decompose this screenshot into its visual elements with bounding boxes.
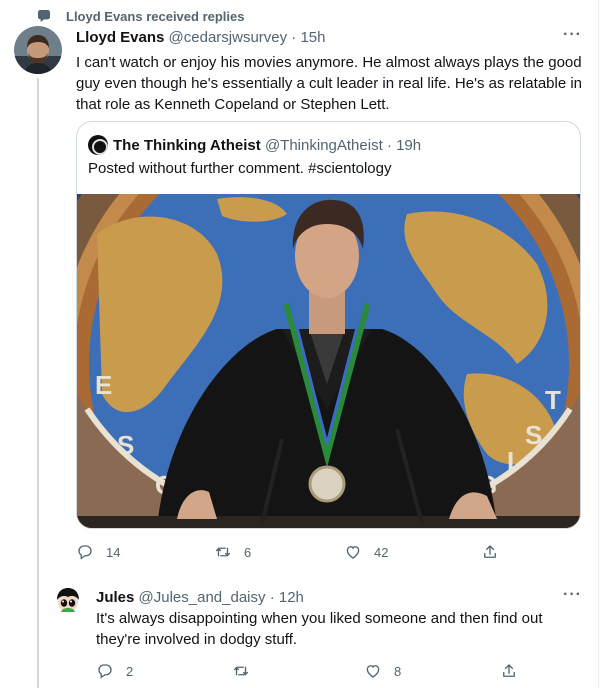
like-count: 8 [394,663,402,679]
reply-context-icon [38,10,50,22]
quoted-author-handle: @ThinkingAtheist [264,136,383,154]
retweet-icon [233,665,249,677]
svg-text:S: S [525,420,542,450]
svg-text:S: S [117,430,134,460]
more-icon[interactable]: ··· [563,26,582,44]
quoted-tweet[interactable]: The Thinking Atheist @ThinkingAtheist · … [76,121,581,529]
author-handle[interactable]: @cedarsjwsurvey [169,29,288,46]
svg-text:I: I [507,446,514,476]
retweet-count: 6 [244,544,252,560]
social-context-text: Lloyd Evans received replies [66,8,245,24]
like-button[interactable]: 42 [344,543,388,561]
thread-line [37,78,39,688]
share-button[interactable] [500,662,518,680]
retweet-button[interactable] [232,662,262,680]
share-icon [484,545,496,558]
tweet-header: Lloyd Evans @cedarsjwsurvey · 15h [76,29,326,46]
reply-icon [98,664,112,679]
share-icon [503,664,515,677]
heart-icon [346,546,360,559]
svg-text:E: E [95,370,112,400]
tweet-text: It's always disappointing when you liked… [96,610,543,648]
quoted-avatar [88,135,108,155]
quoted-tweet-header: The Thinking Atheist @ThinkingAtheist · … [88,135,421,155]
avatar[interactable] [52,585,84,617]
tweet-header: Jules @Jules_and_daisy · 12h [96,589,304,606]
separator: · [386,136,392,154]
author-handle[interactable]: @Jules_and_daisy [139,589,266,606]
quoted-tweet-image[interactable]: E S C E G I S T [77,194,580,528]
like-count: 42 [374,544,389,560]
retweet-button[interactable]: 6 [214,543,251,561]
timestamp[interactable]: 15h [300,29,325,46]
author-name[interactable]: Lloyd Evans [76,29,164,46]
timestamp[interactable]: 12h [279,589,304,606]
quoted-tweet-text: Posted without further comment. #sciento… [88,160,392,177]
svg-text:T: T [545,385,561,415]
reply-count: 14 [106,544,121,560]
reply-icon [78,545,92,560]
avatar[interactable] [14,26,62,74]
reply-button[interactable]: 14 [76,543,120,561]
social-context[interactable]: Lloyd Evans received replies [36,8,244,24]
column-border [598,0,599,688]
retweet-icon [215,546,231,558]
reply-count: 2 [126,663,134,679]
quoted-timestamp: 19h [396,136,422,154]
separator: · [291,29,297,46]
heart-icon [366,665,380,678]
tweet-text: I can't watch or enjoy his movies anymor… [76,54,583,113]
author-name[interactable]: Jules [96,589,134,606]
separator: · [269,589,275,606]
share-button[interactable] [481,543,499,561]
quoted-author-name: The Thinking Atheist [113,136,261,154]
like-button[interactable]: 8 [364,662,401,680]
more-icon[interactable]: ··· [563,586,582,604]
reply-button[interactable]: 2 [96,662,133,680]
